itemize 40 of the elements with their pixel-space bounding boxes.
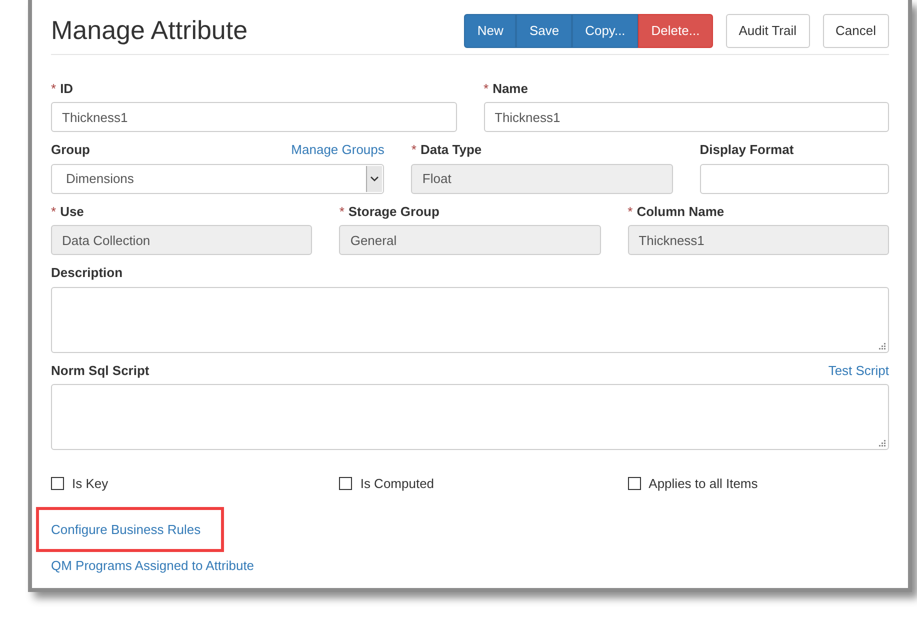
field-label: Use	[60, 204, 84, 218]
field-label: Column Name	[636, 204, 724, 218]
text-field[interactable]	[700, 164, 889, 194]
required-marker: *	[339, 204, 344, 218]
toolbar-button[interactable]: Delete...	[638, 14, 713, 48]
dropdown-field[interactable]: Dimensions	[51, 164, 384, 194]
required-marker: *	[51, 204, 56, 218]
field-label: Display Format	[700, 142, 794, 157]
required-marker: *	[51, 80, 56, 96]
checkbox-label: Is Key	[72, 475, 108, 493]
field-label: Name	[492, 80, 528, 96]
field-link[interactable]: Manage Groups	[291, 140, 384, 160]
field-label: Norm Sql Script	[51, 362, 150, 378]
checkbox[interactable]	[51, 477, 64, 490]
text-field[interactable]: Thickness1	[484, 102, 889, 132]
toolbar-button[interactable]: Copy...	[572, 14, 638, 48]
field-label: ID	[60, 80, 74, 96]
required-marker: *	[628, 204, 633, 218]
field-label: Description	[51, 265, 123, 280]
toolbar-button[interactable]: Audit Trail	[726, 14, 810, 48]
field-label: Data Type	[420, 142, 482, 157]
field-label: Storage Group	[348, 204, 440, 218]
resize-grip-icon	[879, 440, 886, 447]
checkbox-label: Is Computed	[360, 475, 434, 493]
page-link[interactable]: Configure Business Rules	[51, 522, 201, 536]
chevron-down-icon	[370, 176, 380, 182]
toolbar-button[interactable]: Save	[516, 14, 572, 48]
required-marker: *	[411, 142, 416, 157]
field-label: Group	[51, 142, 90, 157]
checkbox[interactable]	[628, 477, 641, 490]
checkbox-label: Applies to all Items	[648, 475, 758, 493]
page-title: Manage Attribute	[51, 15, 248, 46]
required-marker: *	[484, 80, 489, 96]
page-link[interactable]: QM Programs Assigned to Attribute	[51, 556, 254, 576]
checkbox[interactable]	[339, 477, 352, 490]
field-link[interactable]: Test Script	[828, 360, 889, 380]
toolbar-button[interactable]: New	[464, 14, 516, 48]
resize-grip-icon	[879, 342, 886, 350]
toolbar-button[interactable]: Cancel	[822, 14, 889, 48]
text-field[interactable]: Thickness1	[51, 102, 456, 132]
